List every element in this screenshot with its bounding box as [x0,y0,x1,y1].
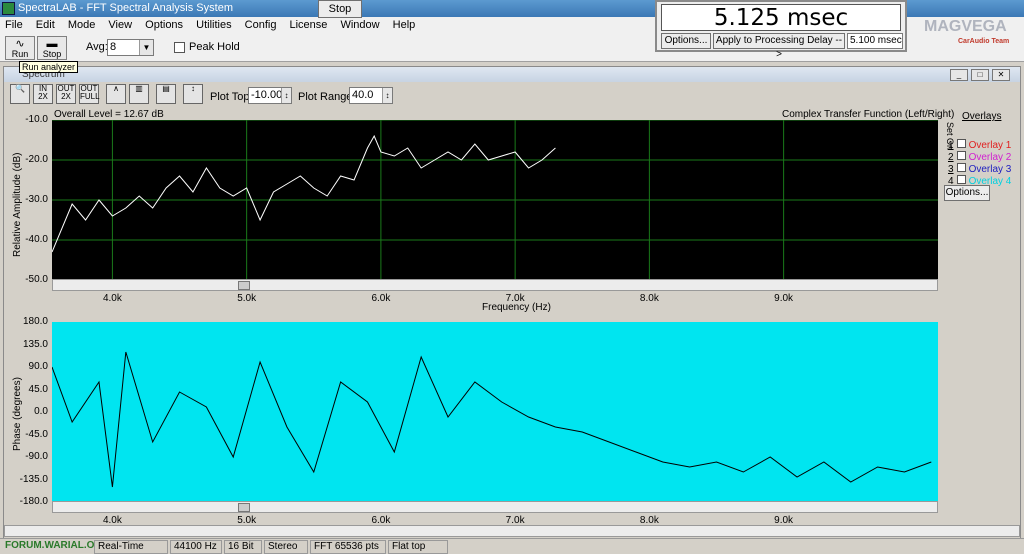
zoom-out-2x-icon[interactable]: OUT 2X [56,84,76,104]
menu-mode[interactable]: Mode [63,17,101,33]
window-scrollbar[interactable] [4,525,1020,537]
series-line [51,351,932,488]
spectrum-window: Spectrum _ □ ✕ 🔍 IN 2X OUT 2X OUT FULL ∧ ▥ … [3,66,1021,542]
minimize-button[interactable]: _ [950,69,968,81]
phase-scrollbar[interactable] [52,501,938,513]
zoom-icon[interactable]: 🔍 [10,84,30,104]
overlay-checkbox[interactable] [956,163,966,172]
scroll-thumb[interactable] [238,503,250,512]
run-tooltip: Run analyzer [19,61,79,73]
delay-options-button[interactable]: Options... [661,33,711,49]
amplitude-chart [51,119,938,281]
menu-license[interactable]: License [285,17,333,33]
status-fft-size: FFT 65536 pts [310,540,386,554]
avg-select[interactable]: 8 ▼ [107,39,154,56]
plot-top-label: Plot Top: [210,91,253,103]
status-sample-rate: 44100 Hz [170,540,222,554]
overlay-label: Overlay 1 [968,140,1012,151]
menu-options[interactable]: Options [140,17,188,33]
delay-panel: 5.125 msec Options... Apply to Processin… [655,0,907,60]
overlay-row: 2 Overlay 2 [948,151,1011,163]
x-tick-label: 4.0k [102,293,122,304]
menu-view[interactable]: View [103,17,137,33]
app-title: SpectraLAB - FFT Spectral Analysis Syste… [18,2,233,14]
menu-config[interactable]: Config [240,17,282,33]
x-tick-label: 9.0k [774,293,794,304]
delay-readout: 5.125 msec [661,4,901,31]
zoom-out-full-icon[interactable]: OUT FULL [79,84,100,104]
plot-top-field[interactable]: -10.00 ↕ [248,87,292,104]
phase-plot[interactable] [51,322,938,502]
peak-hold-label: Peak Hold [189,41,240,53]
menu-window[interactable]: Window [335,17,384,33]
amplitude-plot[interactable] [51,119,938,281]
spinner-icon[interactable]: ↕ [382,88,392,103]
menu-file[interactable]: File [0,17,28,33]
x-tick-label: 5.0k [237,293,257,304]
status-channels: Stereo [264,540,308,554]
avg-label: Avg: [86,41,108,53]
y-tick-label: 90.0 [28,361,48,372]
marker-icon[interactable]: ↕ [183,84,203,104]
stop-button[interactable]: ▬ Stop [37,36,67,60]
overlay-checkbox[interactable] [956,139,966,148]
overlays-header: Overlays [962,111,1002,122]
menu-help[interactable]: Help [388,17,421,33]
plot-range-label: Plot Range: [298,91,356,103]
table-icon[interactable]: ▤ [156,84,176,104]
overall-level: Overall Level = 12.67 dB [54,109,164,120]
phase-chart [51,351,932,488]
series-line [51,134,556,253]
status-bits: 16 Bit [224,540,262,554]
y-tick-label: 135.0 [22,338,48,350]
menu-utilities[interactable]: Utilities [191,17,236,33]
peak-hold-checkbox[interactable] [174,42,185,53]
overlay-set-button[interactable]: 2 [948,152,954,163]
amplitude-scrollbar[interactable] [52,279,938,291]
overlay-set-button[interactable]: 1 [948,140,954,151]
status-watermark: FORUM.WARIAL.ORG [2,540,109,554]
overlay-label: Overlay 3 [968,164,1012,175]
watermark-sub: CarAudio Team [958,38,1010,45]
y-tick-label: -50.0 [25,274,48,285]
spectrum-title-bar: Spectrum [4,67,1020,82]
overlay-label: Overlay 2 [968,152,1012,163]
delay-field[interactable]: 5.100 msec [847,33,903,49]
scroll-thumb[interactable] [238,281,250,290]
phase-y-label: Phase (degrees) [12,377,23,451]
chevron-down-icon: ▼ [139,40,153,55]
maximize-button[interactable]: □ [971,69,989,81]
zoom-in-2x-icon[interactable]: IN 2X [33,84,53,104]
run-button[interactable]: ∿ Run [5,36,35,60]
overlay-checkbox[interactable] [956,175,966,184]
watermark-logo: MAGVEGA [924,18,1007,35]
menu-edit[interactable]: Edit [31,17,60,33]
y-tick-label: -10.0 [25,114,48,125]
overlay-row: 3 Overlay 3 [948,163,1011,175]
y-tick-label: -180.0 [19,496,48,507]
app-icon [2,2,15,15]
y-tick-label: -90.0 [25,451,48,462]
apply-delay-button[interactable]: Apply to Processing Delay --> [713,33,845,60]
overlay-set-button[interactable]: 3 [948,164,954,175]
plot-range-field[interactable]: 40.0 ↕ [349,87,393,104]
status-mode: Real-Time [94,540,168,554]
status-window: Flat top [388,540,448,554]
status-bar: FORUM.WARIAL.ORG Real-Time 44100 Hz 16 B… [0,538,1024,554]
spinner-icon[interactable]: ↕ [281,88,291,103]
y-tick-label: -135.0 [19,473,48,485]
bar-plot-icon[interactable]: ▥ [129,84,149,104]
overlay-row: 1 Overlay 1 [948,139,1011,151]
close-button[interactable]: ✕ [992,69,1010,81]
amplitude-y-label: Relative Amplitude (dB) [12,152,23,258]
overlay-options-button[interactable]: Options... [944,185,990,201]
x-tick-label: 8.0k [639,293,659,304]
plot-title: Complex Transfer Function (Left/Right) [782,109,955,120]
line-plot-icon[interactable]: ∧ [106,84,126,104]
x-tick-label: 6.0k [371,293,391,304]
overlay-checkbox[interactable] [956,151,966,160]
floating-stop-button[interactable]: Stop [318,0,362,18]
y-tick-label: 180.0 [22,316,48,327]
frequency-axis-label: Frequency (Hz) [482,302,551,313]
